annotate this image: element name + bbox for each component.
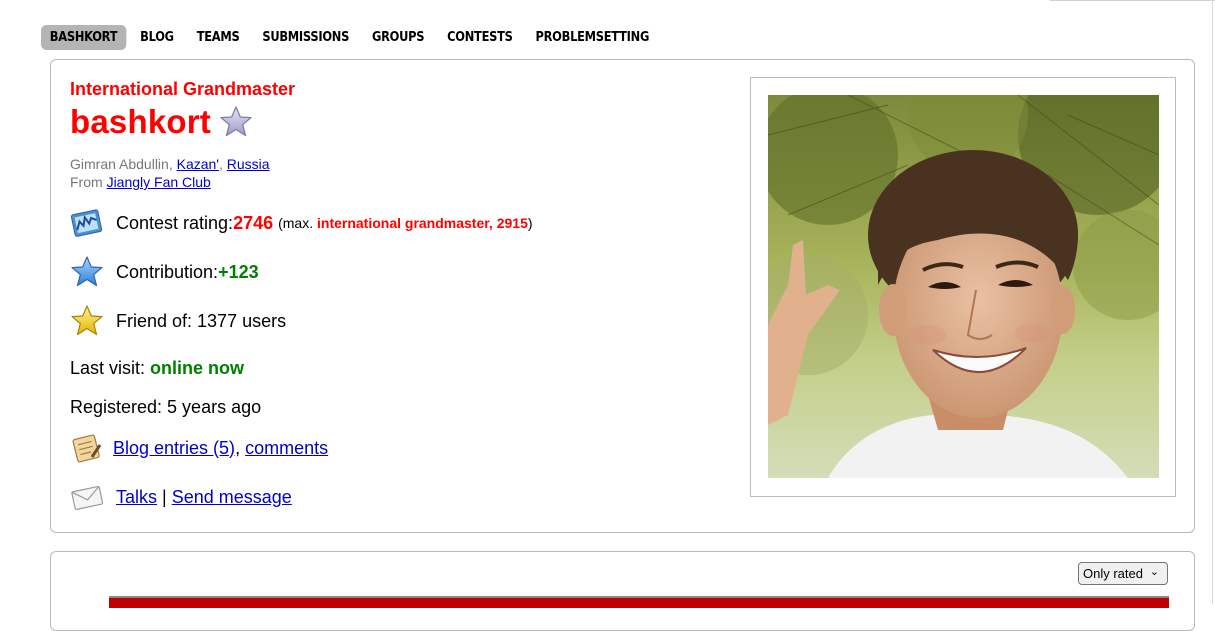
menu-item-blog[interactable]: BLOG (131, 25, 182, 50)
country-link[interactable]: Russia (227, 156, 270, 172)
second-level-menu: BASHKORT BLOG TEAMS SUBMISSIONS GROUPS C… (41, 25, 663, 50)
user-location-info: Gimran Abdullin, Kazan', Russia From Jia… (70, 155, 270, 191)
user-photo (768, 95, 1159, 478)
registered-line: Registered: 5 years ago (70, 397, 261, 418)
contribution-line: Contribution: +123 (70, 255, 259, 289)
blog-comma: , (235, 437, 246, 458)
last-visit-line: Last visit: online now (70, 358, 244, 379)
rating-label: Contest rating: (116, 212, 234, 233)
talks-link[interactable]: Talks (116, 487, 157, 508)
chevron-down-icon: ⌄ (1149, 566, 1159, 578)
max-prefix: (max. (278, 215, 317, 231)
contribution-value: +123 (218, 261, 259, 282)
send-message-link[interactable]: Send message (172, 487, 292, 508)
comments-link[interactable]: comments (245, 438, 328, 459)
menu-item-contests[interactable]: CONTESTS (438, 25, 521, 50)
organization-link[interactable]: Jiangly Fan Club (107, 174, 211, 190)
top-frame-line (1050, 0, 1215, 2)
rated-filter-value: Only rated (1083, 566, 1143, 581)
blog-notepad-icon (72, 434, 102, 463)
rating-graph-icon (70, 209, 103, 237)
user-handle: bashkort (70, 103, 211, 140)
blog-line: Blog entries (5), comments (70, 431, 328, 465)
envelope-icon (71, 485, 104, 511)
avatar-frame (750, 77, 1176, 497)
city-link[interactable]: Kazan' (177, 156, 219, 172)
menu-item-submissions[interactable]: SUBMISSIONS (254, 25, 358, 50)
profile-box: International Grandmaster bashkort Gimra… (50, 59, 1195, 533)
talks-line: Talks | Send message (70, 480, 292, 514)
menu-item-groups[interactable]: GROUPS (363, 25, 433, 50)
friend-of-text: Friend of: 1377 users (116, 310, 287, 331)
rating-graph-box: Only rated ⌄ (50, 551, 1195, 631)
registered-text: Registered: 5 years ago (70, 397, 262, 417)
menu-item-teams[interactable]: TEAMS (188, 25, 248, 50)
menu-item-problemsetting[interactable]: PROBLEMSETTING (527, 25, 658, 50)
last-visit-label: Last visit: (70, 358, 146, 378)
location-separator: , (218, 156, 227, 172)
rated-filter-select[interactable]: Only rated ⌄ (1078, 562, 1168, 585)
contest-rating-line: Contest rating: 2746 (max. international… (70, 206, 533, 240)
max-rank-rating: international grandmaster, 2915 (317, 215, 528, 231)
user-rank: International Grandmaster (70, 79, 296, 99)
contribution-label: Contribution: (116, 261, 219, 282)
rating-value: 2746 (233, 212, 274, 233)
star-outline-icon[interactable] (219, 105, 253, 139)
last-visit-value: online now (150, 358, 245, 378)
max-suffix: ) (527, 215, 533, 231)
menu-item-profile[interactable]: BASHKORT (41, 25, 127, 50)
rating-graph-top-band (109, 596, 1169, 608)
talks-separator: | (157, 486, 172, 507)
blog-entries-link[interactable]: Blog entries (5) (113, 438, 235, 459)
max-rating-note: (max. international grandmaster, 2915) (278, 215, 532, 231)
handle-row: bashkort (70, 103, 253, 141)
gold-star-icon (71, 305, 103, 336)
blue-star-icon (71, 256, 103, 287)
user-fullname: Gimran Abdullin, (70, 156, 177, 172)
from-label: From (70, 174, 107, 190)
friend-of-line: Friend of: 1377 users (70, 304, 286, 338)
